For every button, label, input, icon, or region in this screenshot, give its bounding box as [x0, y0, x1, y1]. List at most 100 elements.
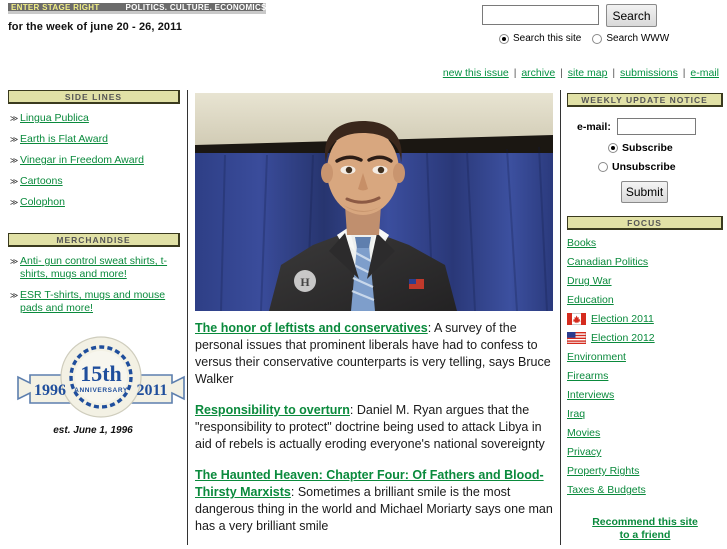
- email-subscribe-row: e-mail:: [567, 118, 723, 135]
- nav-link-new-this-issue[interactable]: new this issue: [443, 67, 509, 79]
- unsubscribe-radio[interactable]: [598, 162, 608, 172]
- bullet-icon: ≫: [9, 198, 19, 207]
- sidelines-list: ≫ Lingua Publica ≫ Earth is Flat Award ≫…: [8, 112, 180, 209]
- article-item: The honor of leftists and conservatives:…: [195, 320, 557, 388]
- site-banner: ENTER STAGE RIGHT POLITICS. CULTURE. ECO…: [8, 3, 272, 16]
- sidelines-link-vinegar-in-freedom-award[interactable]: Vinegar in Freedom Award: [20, 154, 144, 167]
- focus-link-canadian-politics[interactable]: Canadian Politics: [567, 256, 648, 268]
- recommend-link-line1[interactable]: Recommend this site: [592, 516, 698, 528]
- bullet-icon: ≫: [9, 114, 19, 123]
- nav-separator: |: [513, 67, 517, 79]
- list-item[interactable]: ≫ Vinegar in Freedom Award: [8, 154, 180, 167]
- focus-link-property-rights[interactable]: Property Rights: [567, 465, 639, 477]
- main-content: H The honor of leftists and conservative…: [187, 90, 559, 545]
- search-scope-web-radio[interactable]: [592, 33, 603, 44]
- sidelines-link-earth-is-flat-award[interactable]: Earth is Flat Award: [20, 133, 108, 146]
- focus-link-education[interactable]: Education: [567, 294, 614, 306]
- focus-link-drug-war[interactable]: Drug War: [567, 275, 612, 287]
- recommend-link-line2[interactable]: to a friend: [620, 529, 671, 541]
- submit-button[interactable]: Submit: [621, 181, 668, 203]
- nav-separator: |: [560, 67, 563, 79]
- unsubscribe-option[interactable]: Unsubscribe: [567, 161, 723, 173]
- article-item: Responsibility to overturn: Daniel M. Ry…: [195, 402, 557, 453]
- search-scope-site-radio[interactable]: [499, 33, 509, 44]
- focus-list: Books Canadian Politics Drug War Educati…: [567, 237, 723, 496]
- list-item[interactable]: ≫ ESR T-shirts, mugs and mouse pads and …: [8, 289, 180, 315]
- list-item[interactable]: ≫ Colophon: [8, 196, 180, 209]
- focus-link-firearms[interactable]: Firearms: [567, 370, 608, 382]
- email-label: e-mail:: [577, 120, 611, 133]
- list-item[interactable]: Privacy: [567, 446, 723, 458]
- right-sidebar: WEEKLY UPDATE NOTICE e-mail: Subscribe U…: [560, 90, 727, 545]
- focus-link-election-2012[interactable]: Election 2012: [591, 332, 655, 344]
- nav-link-submissions[interactable]: submissions: [620, 67, 678, 79]
- focus-link-movies[interactable]: Movies: [567, 427, 600, 439]
- focus-link-taxes-budgets[interactable]: Taxes & Budgets: [567, 484, 646, 496]
- anniversary-number: 15th: [80, 361, 122, 386]
- merchandise-heading: MERCHANDISE: [8, 233, 180, 247]
- anniversary-year-right: 2011: [136, 382, 167, 399]
- merchandise-list: ≫ Anti- gun control sweat shirts, t-shir…: [8, 255, 180, 315]
- list-item[interactable]: ≫ Anti- gun control sweat shirts, t-shir…: [8, 255, 180, 281]
- recommend-site[interactable]: Recommend this site to a friend: [567, 516, 723, 542]
- focus-link-iraq[interactable]: Iraq: [567, 408, 585, 420]
- nav-link-archive[interactable]: archive: [521, 67, 555, 79]
- list-item[interactable]: Election 2011: [567, 313, 723, 325]
- list-item[interactable]: Election 2012: [567, 332, 723, 344]
- weekly-update-heading: WEEKLY UPDATE NOTICE: [567, 93, 723, 107]
- bullet-icon: ≫: [9, 135, 19, 144]
- merchandise-link-anti-gun-control[interactable]: Anti- gun control sweat shirts, t-shirts…: [20, 255, 180, 281]
- list-item[interactable]: Canadian Politics: [567, 256, 723, 268]
- search-scope-site-label: Search this site: [513, 33, 582, 44]
- search-input[interactable]: [482, 5, 599, 25]
- bullet-icon: ≫: [9, 291, 19, 300]
- nav-separator: |: [612, 67, 616, 79]
- article-title-link[interactable]: Responsibility to overturn: [195, 403, 350, 417]
- focus-heading: FOCUS: [567, 216, 723, 230]
- list-item[interactable]: Books: [567, 237, 723, 249]
- nav-link-email[interactable]: e-mail: [690, 67, 719, 79]
- subscribe-radio[interactable]: [608, 143, 618, 153]
- sidelines-link-cartoons[interactable]: Cartoons: [20, 175, 63, 188]
- email-field[interactable]: [616, 118, 696, 135]
- nav-separator: |: [682, 67, 686, 79]
- list-item[interactable]: ≫ Lingua Publica: [8, 112, 180, 125]
- usa-flag-icon: [567, 332, 586, 344]
- site-title: ENTER STAGE RIGHT: [11, 2, 100, 12]
- list-item[interactable]: Firearms: [567, 370, 723, 382]
- search-button[interactable]: Search: [606, 4, 657, 27]
- list-item[interactable]: Taxes & Budgets: [567, 484, 723, 496]
- established-text: est. June 1, 1996: [53, 425, 133, 436]
- sidelines-link-lingua-publica[interactable]: Lingua Publica: [20, 112, 89, 125]
- nav-link-site-map[interactable]: site map: [568, 67, 608, 79]
- subscribe-label: Subscribe: [622, 142, 673, 154]
- list-item[interactable]: Interviews: [567, 389, 723, 401]
- sidelines-link-colophon[interactable]: Colophon: [20, 196, 65, 209]
- list-item[interactable]: Movies: [567, 427, 723, 439]
- focus-link-interviews[interactable]: Interviews: [567, 389, 614, 401]
- list-item[interactable]: Education: [567, 294, 723, 306]
- anniversary-word: ANNIVERSARY: [74, 387, 128, 394]
- anniversary-badge: 15th ANNIVERSARY 1996 2011: [8, 331, 194, 423]
- search-scope-group: Search this site Search WWW: [499, 33, 680, 44]
- article-title-link[interactable]: The honor of leftists and conservatives: [195, 321, 428, 335]
- merchandise-link-esr-shirts[interactable]: ESR T-shirts, mugs and mouse pads and mo…: [20, 289, 180, 315]
- subscribe-option[interactable]: Subscribe: [567, 142, 723, 154]
- focus-link-environment[interactable]: Environment: [567, 351, 626, 363]
- focus-link-privacy[interactable]: Privacy: [567, 446, 601, 458]
- article-item: The Haunted Heaven: Chapter Four: Of Fat…: [195, 467, 557, 535]
- list-item[interactable]: ≫ Cartoons: [8, 175, 180, 188]
- issue-dateline: for the week of june 20 - 26, 2011: [8, 21, 182, 33]
- list-item[interactable]: Drug War: [567, 275, 723, 287]
- left-sidebar: SIDE LINES ≫ Lingua Publica ≫ Earth is F…: [0, 90, 186, 545]
- list-item[interactable]: Property Rights: [567, 465, 723, 477]
- focus-link-books[interactable]: Books: [567, 237, 596, 249]
- bullet-icon: ≫: [9, 156, 19, 165]
- unsubscribe-label: Unsubscribe: [612, 161, 676, 173]
- list-item[interactable]: Environment: [567, 351, 723, 363]
- canada-flag-icon: [567, 313, 586, 325]
- focus-link-election-2011[interactable]: Election 2011: [591, 313, 654, 325]
- list-item[interactable]: ≫ Earth is Flat Award: [8, 133, 180, 146]
- list-item[interactable]: Iraq: [567, 408, 723, 420]
- bullet-icon: ≫: [9, 177, 19, 186]
